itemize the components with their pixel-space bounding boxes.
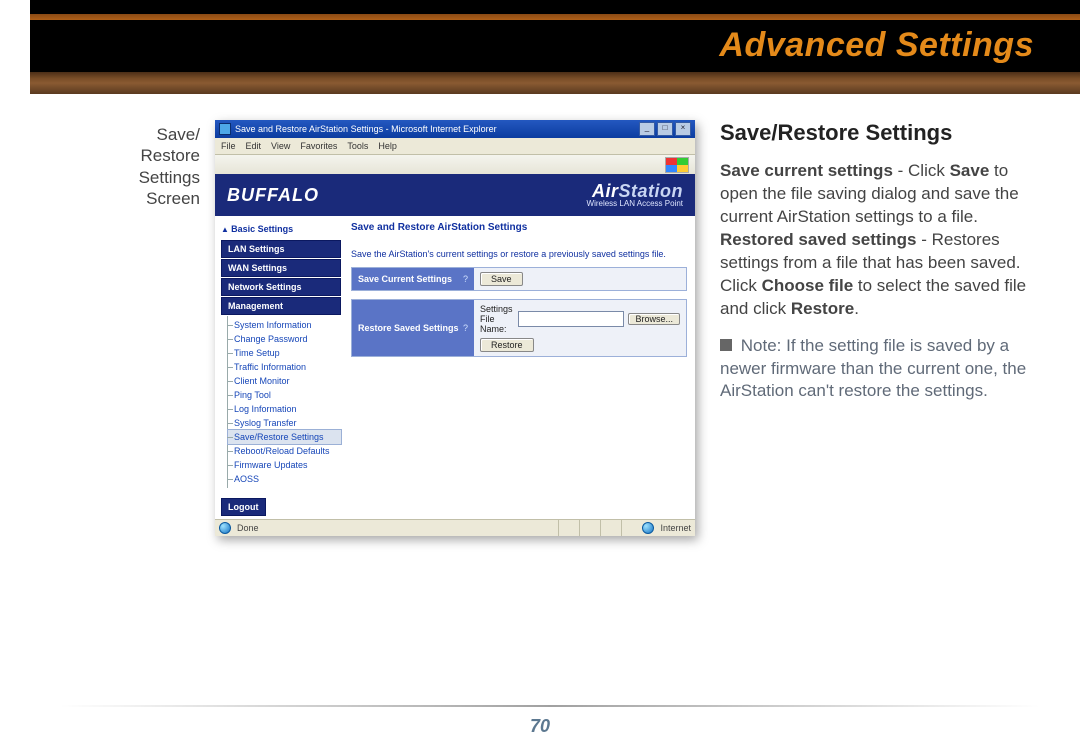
nav-syslog-transfer[interactable]: Syslog Transfer <box>228 416 341 430</box>
breadcrumb[interactable]: Basic Settings <box>221 224 341 234</box>
title-area: Advanced Settings <box>0 20 1080 72</box>
sidebar-nav: Basic Settings LAN Settings WAN Settings… <box>215 216 341 520</box>
nav-system-information[interactable]: System Information <box>228 318 341 332</box>
figure-caption: Save/ Restore Settings Screen <box>0 124 200 209</box>
logo-subtitle: Wireless LAN Access Point <box>587 200 683 208</box>
status-internet: Internet <box>660 523 691 533</box>
help-icon[interactable]: ? <box>463 274 468 284</box>
menu-bar: File Edit View Favorites Tools Help <box>215 138 695 155</box>
nav-management[interactable]: Management <box>221 297 341 315</box>
nav-aoss[interactable]: AOSS <box>228 472 341 486</box>
nav-client-monitor[interactable]: Client Monitor <box>228 374 341 388</box>
globe-icon <box>642 522 654 534</box>
screenshot-window: Save and Restore AirStation Settings - M… <box>215 120 695 536</box>
browse-button[interactable]: Browse... <box>628 313 680 325</box>
menu-help[interactable]: Help <box>378 141 397 151</box>
note-bullet-icon <box>720 339 732 351</box>
nav-time-setup[interactable]: Time Setup <box>228 346 341 360</box>
menu-file[interactable]: File <box>221 141 236 151</box>
footer-rule <box>60 705 1040 707</box>
globe-icon <box>219 522 231 534</box>
ie-icon <box>219 123 231 135</box>
file-label: Settings File Name: <box>480 304 514 334</box>
help-icon[interactable]: ? <box>463 323 468 333</box>
minimize-button[interactable]: _ <box>639 122 655 136</box>
row-label: Save Current Settings <box>358 274 452 284</box>
page-number: 70 <box>0 716 1080 737</box>
paragraph-save: Save current settings - Click Save to op… <box>720 160 1040 321</box>
nav-save-restore-settings[interactable]: Save/Restore Settings <box>228 430 341 444</box>
window-title: Save and Restore AirStation Settings - M… <box>235 124 497 134</box>
brown-strip <box>0 72 1080 94</box>
row-save-current: Save Current Settings? Save <box>351 267 687 291</box>
left-white-margin <box>0 0 30 94</box>
nav-reboot-reload-defaults[interactable]: Reboot/Reload Defaults <box>228 444 341 458</box>
nav-logout[interactable]: Logout <box>221 498 266 516</box>
logo-air: Air <box>592 181 619 201</box>
window-titlebar: Save and Restore AirStation Settings - M… <box>215 120 695 138</box>
browser-content: BUFFALO AirStation Wireless LAN Access P… <box>215 174 695 520</box>
save-button[interactable]: Save <box>480 272 523 286</box>
bold-text: Save <box>950 161 990 180</box>
maximize-button[interactable]: □ <box>657 122 673 136</box>
menu-tools[interactable]: Tools <box>347 141 368 151</box>
toolbar <box>215 155 695 176</box>
nav-ping-tool[interactable]: Ping Tool <box>228 388 341 402</box>
settings-file-input[interactable] <box>518 311 624 327</box>
nav-log-information[interactable]: Log Information <box>228 402 341 416</box>
body-text: Save/Restore Settings Save current setti… <box>720 120 1040 417</box>
section-title: Save/Restore Settings <box>720 120 1040 146</box>
buffalo-logo: BUFFALO <box>227 185 319 206</box>
nav-lan-settings[interactable]: LAN Settings <box>221 240 341 258</box>
note-paragraph: Note: If the setting file is saved by a … <box>720 335 1040 404</box>
bold-text: Restored saved settings <box>720 230 917 249</box>
status-bar: Done Internet <box>215 519 695 536</box>
caption-line: Screen <box>146 189 200 208</box>
nav-change-password[interactable]: Change Password <box>228 332 341 346</box>
logo-station: Station <box>619 181 684 201</box>
bold-text: Save current settings <box>720 161 893 180</box>
nav-submenu: System Information Change Password Time … <box>227 316 341 488</box>
windows-flag-icon <box>665 157 689 173</box>
status-done: Done <box>237 523 259 533</box>
row-restore-saved: Restore Saved Settings? Settings File Na… <box>351 299 687 357</box>
page-heading: Advanced Settings <box>719 26 1034 65</box>
bold-text: Restore <box>791 299 854 318</box>
main-instruction: Save the AirStation's current settings o… <box>351 249 687 259</box>
main-title: Save and Restore AirStation Settings <box>351 222 687 233</box>
close-button[interactable]: × <box>675 122 691 136</box>
caption-line: Settings <box>139 168 200 187</box>
caption-line: Save/ <box>157 125 200 144</box>
nav-network-settings[interactable]: Network Settings <box>221 278 341 296</box>
bold-text: Choose file <box>762 276 854 295</box>
nav-traffic-information[interactable]: Traffic Information <box>228 360 341 374</box>
caption-line: Restore <box>140 146 200 165</box>
main-panel: Save and Restore AirStation Settings Sav… <box>341 216 695 520</box>
text: - Click <box>893 161 950 180</box>
text: . <box>854 299 859 318</box>
top-bar <box>0 0 1080 14</box>
menu-favorites[interactable]: Favorites <box>300 141 337 151</box>
row-label: Restore Saved Settings <box>358 323 459 333</box>
nav-wan-settings[interactable]: WAN Settings <box>221 259 341 277</box>
menu-edit[interactable]: Edit <box>246 141 262 151</box>
nav-firmware-updates[interactable]: Firmware Updates <box>228 458 341 472</box>
restore-button[interactable]: Restore <box>480 338 534 352</box>
page-header: BUFFALO AirStation Wireless LAN Access P… <box>215 174 695 216</box>
note-label: Note: <box>741 336 782 355</box>
menu-view[interactable]: View <box>271 141 290 151</box>
airstation-logo: AirStation Wireless LAN Access Point <box>587 182 683 208</box>
